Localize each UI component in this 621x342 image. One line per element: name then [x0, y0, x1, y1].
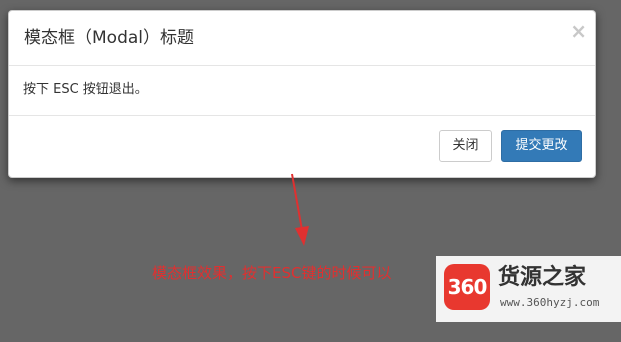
modal-footer: 关闭 提交更改: [9, 116, 595, 178]
annotation-text: 模态框效果，按下ESC键的时候可以: [152, 264, 392, 282]
close-button[interactable]: 关闭: [439, 130, 492, 162]
close-icon[interactable]: ×: [570, 21, 587, 41]
modal-body: 按下 ESC 按钮退出。: [9, 66, 595, 116]
watermark-name: 货源之家: [498, 265, 587, 290]
watermark: 360 货源之家 www.360hyzj.com: [436, 256, 621, 322]
submit-changes-button[interactable]: 提交更改: [501, 130, 582, 162]
modal-dialog: 模态框（Modal）标题 × 按下 ESC 按钮退出。 关闭 提交更改: [8, 10, 596, 178]
annotation-arrow-icon: [291, 173, 309, 246]
watermark-url: www.360hyzj.com: [500, 296, 600, 309]
watermark-logo-icon: 360: [444, 264, 490, 310]
modal-body-text: 按下 ESC 按钮退出。: [23, 82, 148, 97]
modal-header: 模态框（Modal）标题 ×: [9, 11, 595, 66]
modal-title: 模态框（Modal）标题: [24, 28, 194, 48]
